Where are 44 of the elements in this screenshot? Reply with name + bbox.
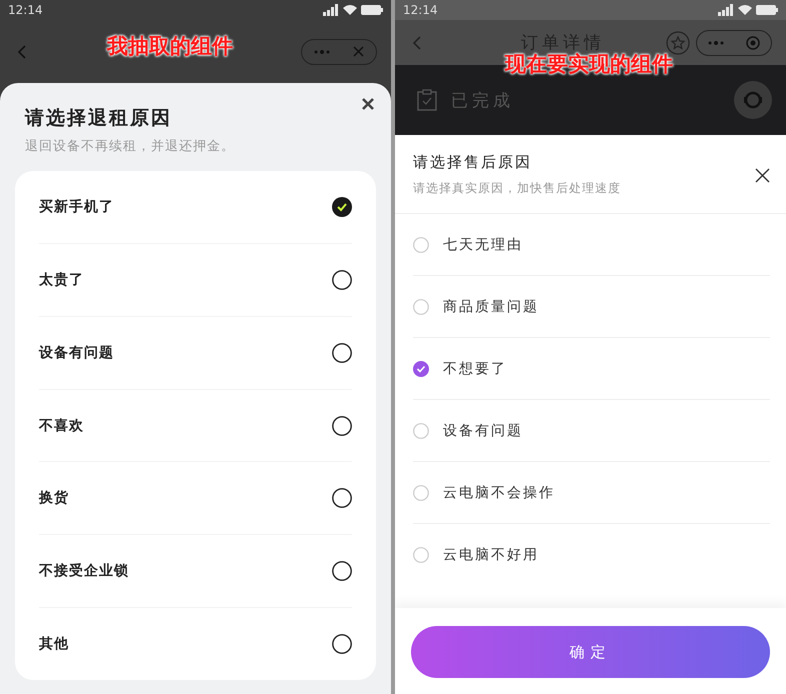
option-label: 太贵了 [39,270,84,289]
status-icons [718,4,778,16]
confirm-button[interactable]: 确定 [411,626,770,678]
sheet-title: 请选择售后原因 [413,153,533,172]
back-icon[interactable] [413,36,421,50]
more-icon[interactable] [314,50,330,54]
option-label: 设备有问题 [39,344,114,362]
option-label: 不接受企业锁 [39,562,129,580]
radio-icon[interactable] [332,416,352,436]
option-label: 不想要了 [443,360,507,378]
option-label: 其他 [39,635,69,654]
radio-icon[interactable] [332,634,352,654]
sheet-title: 请选择退租原因 [25,106,173,131]
caption: 现在要实现的组件 [505,51,673,78]
option-label: 七天无理由 [443,236,523,254]
menu-capsule[interactable] [696,30,772,56]
option-label: 换货 [39,489,69,508]
status-time: 12:14 [403,3,438,17]
option-label: 商品质量问题 [443,298,539,316]
option-label: 设备有问题 [443,422,523,440]
status-time: 12:14 [8,3,43,17]
back-icon[interactable] [18,44,26,58]
close-button[interactable] [361,97,375,111]
sheet-subtitle: 退回设备不再续租，并退还押金。 [25,138,236,155]
option-label: 云电脑不好用 [443,546,539,564]
order-status: 已完成 [451,90,515,112]
option-label: 买新手机了 [39,198,114,216]
checked-radio-icon[interactable] [332,196,352,217]
close-icon[interactable] [755,168,770,182]
option-label: 不喜欢 [39,416,84,434]
radio-icon[interactable] [332,270,352,290]
radio-icon[interactable] [332,488,352,508]
clipboard-icon [417,89,437,111]
radio-icon[interactable] [332,342,352,363]
radio-icon[interactable] [332,561,352,582]
more-icon[interactable] [708,40,724,44]
target-icon[interactable] [746,36,760,50]
sheet-subtitle: 请选择真实原因，加快售后处理速度 [413,180,621,197]
option-label: 云电脑不会操作 [443,484,555,502]
caption: 我抽取的组件 [107,33,233,60]
status-icons [323,4,383,16]
checked-radio-icon[interactable] [413,360,429,376]
menu-capsule[interactable] [301,38,377,64]
close-icon [361,97,375,111]
